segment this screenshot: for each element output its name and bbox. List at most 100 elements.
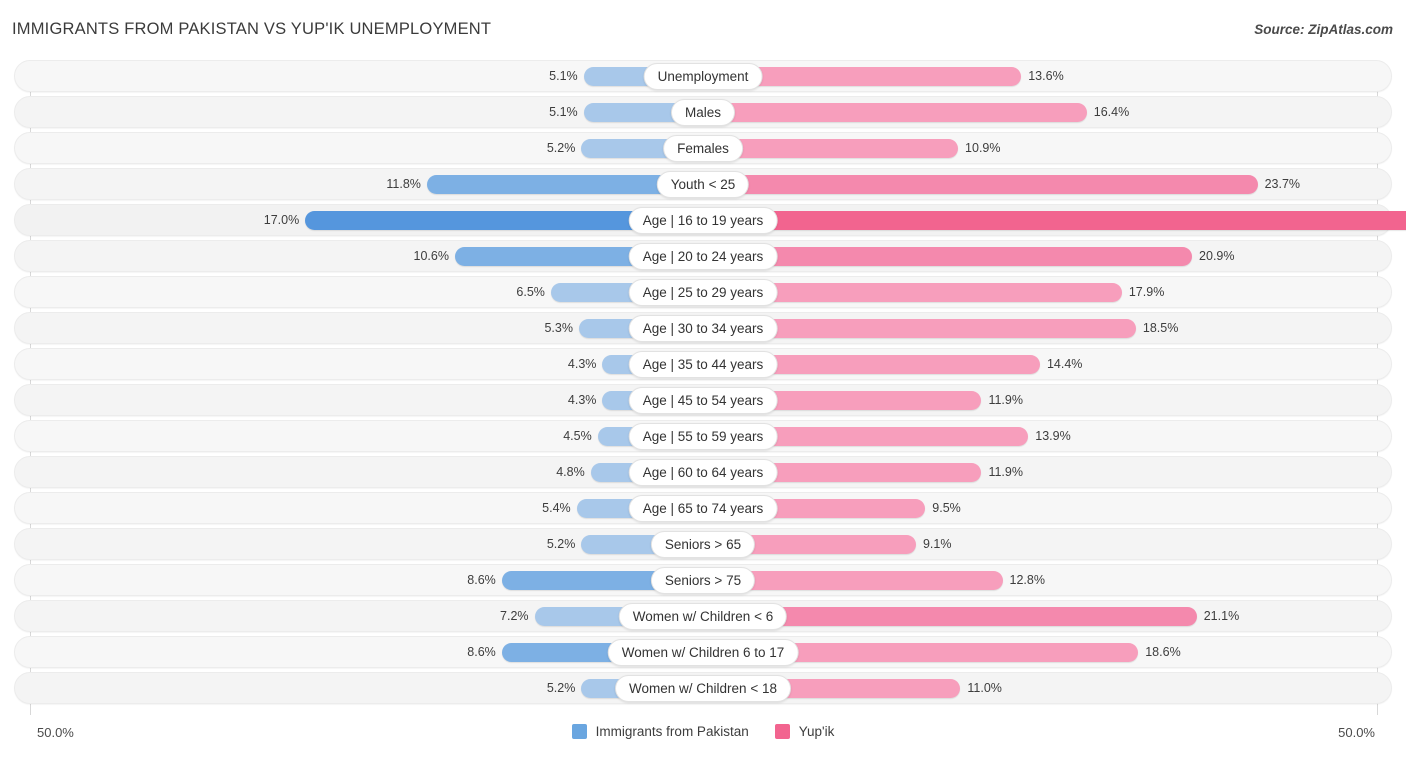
row-content: 5.4% 9.5% Age | 65 to 74 years bbox=[0, 490, 1406, 526]
page-title: IMMIGRANTS FROM PAKISTAN VS YUP'IK UNEMP… bbox=[12, 20, 492, 38]
row-content: 7.2% 21.1% Women w/ Children < 6 bbox=[0, 598, 1406, 634]
chart-header: IMMIGRANTS FROM PAKISTAN VS YUP'IK UNEMP… bbox=[0, 0, 1406, 58]
table-row: 8.6% 18.6% Women w/ Children 6 to 17 bbox=[0, 634, 1406, 670]
row-content: 10.6% 20.9% Age | 20 to 24 years bbox=[0, 238, 1406, 274]
row-category-label[interactable]: Youth < 25 bbox=[656, 171, 750, 198]
bar-left-value: 5.2% bbox=[546, 537, 576, 551]
table-row: 5.2% 9.1% Seniors > 65 bbox=[0, 526, 1406, 562]
bar-right-value: 10.9% bbox=[965, 141, 1001, 155]
row-content: 6.5% 17.9% Age | 25 to 29 years bbox=[0, 274, 1406, 310]
table-row: 5.4% 9.5% Age | 65 to 74 years bbox=[0, 490, 1406, 526]
row-category-label[interactable]: Women w/ Children < 6 bbox=[618, 603, 788, 630]
row-category-label[interactable]: Unemployment bbox=[643, 63, 763, 90]
table-row: 4.5% 13.9% Age | 55 to 59 years bbox=[0, 418, 1406, 454]
row-category-label[interactable]: Age | 20 to 24 years bbox=[628, 243, 778, 270]
row-content: 5.1% 13.6% Unemployment bbox=[0, 58, 1406, 94]
row-category-label[interactable]: Males bbox=[670, 99, 736, 126]
bar-right-value: 11.0% bbox=[967, 681, 1002, 695]
table-row: 10.6% 20.9% Age | 20 to 24 years bbox=[0, 238, 1406, 274]
legend-label: Yup'ik bbox=[798, 724, 835, 739]
row-category-label[interactable]: Females bbox=[663, 135, 743, 162]
bar-right-value: 18.5% bbox=[1142, 321, 1179, 335]
table-row: 5.3% 18.5% Age | 30 to 34 years bbox=[0, 310, 1406, 346]
bar-left-value: 4.5% bbox=[563, 429, 592, 443]
row-category-label[interactable]: Age | 30 to 34 years bbox=[628, 315, 778, 342]
bar-right-value: 13.6% bbox=[1028, 69, 1064, 83]
bar-right-yupik[interactable] bbox=[703, 103, 1087, 122]
bar-left-value: 5.3% bbox=[544, 321, 573, 335]
row-content: 5.1% 16.4% Males bbox=[0, 94, 1406, 130]
bar-right-value: 23.7% bbox=[1264, 177, 1301, 191]
bar-left-value: 5.1% bbox=[549, 69, 578, 83]
table-row: 8.6% 12.8% Seniors > 75 bbox=[0, 562, 1406, 598]
bar-right-value: 11.9% bbox=[988, 465, 1023, 479]
bar-right-value: 21.1% bbox=[1203, 609, 1240, 623]
bar-right-value: 16.4% bbox=[1093, 105, 1130, 119]
table-row: 4.8% 11.9% Age | 60 to 64 years bbox=[0, 454, 1406, 490]
chart-legend: Immigrants from Pakistan Yup'ik bbox=[0, 724, 1406, 739]
row-content: 17.0%41.0%Age | 16 to 19 years bbox=[0, 202, 1406, 238]
table-row: 5.2% 10.9% Females bbox=[0, 130, 1406, 166]
legend-swatch-icon bbox=[774, 724, 790, 739]
bar-right-value: 11.9% bbox=[988, 393, 1023, 407]
bar-right-value: 18.6% bbox=[1145, 645, 1181, 659]
table-row: 11.8% 23.7% Youth < 25 bbox=[0, 166, 1406, 202]
bar-right-value: 14.4% bbox=[1046, 357, 1083, 371]
bar-right-value: 9.5% bbox=[932, 501, 961, 515]
table-row: 4.3% 11.9% Age | 45 to 54 years bbox=[0, 382, 1406, 418]
row-content: 4.5% 13.9% Age | 55 to 59 years bbox=[0, 418, 1406, 454]
row-category-label[interactable]: Age | 65 to 74 years bbox=[628, 495, 778, 522]
bar-left-value: 8.6% bbox=[467, 645, 496, 659]
table-row: 7.2% 21.1% Women w/ Children < 6 bbox=[0, 598, 1406, 634]
bar-right-value: 12.8% bbox=[1009, 573, 1045, 587]
row-category-label[interactable]: Women w/ Children < 18 bbox=[615, 675, 791, 702]
bar-left-value: 4.3% bbox=[567, 357, 597, 371]
bar-left-value: 7.2% bbox=[500, 609, 529, 623]
bar-left-value: 10.6% bbox=[413, 249, 449, 263]
row-category-label[interactable]: Age | 55 to 59 years bbox=[628, 423, 778, 450]
row-content: 8.6% 12.8% Seniors > 75 bbox=[0, 562, 1406, 598]
bar-left-value: 11.8% bbox=[386, 177, 421, 191]
table-row: 17.0%41.0%Age | 16 to 19 years bbox=[0, 202, 1406, 238]
bar-left-value: 4.8% bbox=[556, 465, 585, 479]
bar-left-value: 5.2% bbox=[546, 681, 576, 695]
bar-right-value: 13.9% bbox=[1035, 429, 1071, 443]
row-content: 11.8% 23.7% Youth < 25 bbox=[0, 166, 1406, 202]
row-category-label[interactable]: Seniors > 75 bbox=[650, 567, 756, 594]
table-row: 6.5% 17.9% Age | 25 to 29 years bbox=[0, 274, 1406, 310]
row-content: 8.6% 18.6% Women w/ Children 6 to 17 bbox=[0, 634, 1406, 670]
legend-item[interactable]: Yup'ik bbox=[774, 724, 835, 739]
source-attribution: Source: ZipAtlas.com bbox=[1254, 22, 1393, 37]
bar-rows-container: 5.1% 13.6% Unemployment 5.1% 16.4% Males 5.2% 1… bbox=[0, 58, 1406, 706]
bar-left-value: 5.2% bbox=[546, 141, 576, 155]
bar-right-value: 20.9% bbox=[1199, 249, 1235, 263]
row-content: 4.3% 11.9% Age | 45 to 54 years bbox=[0, 382, 1406, 418]
row-content: 5.2% 11.0% Women w/ Children < 18 bbox=[0, 670, 1406, 706]
bar-left-value: 5.4% bbox=[542, 501, 571, 515]
row-category-label[interactable]: Seniors > 65 bbox=[650, 531, 756, 558]
legend-item[interactable]: Immigrants from Pakistan bbox=[571, 724, 749, 739]
bar-right-yupik[interactable] bbox=[703, 175, 1258, 194]
bar-right-value: 9.1% bbox=[922, 537, 952, 551]
bar-left-value: 8.6% bbox=[467, 573, 496, 587]
row-content: 5.2% 9.1% Seniors > 65 bbox=[0, 526, 1406, 562]
row-content: 4.8% 11.9% Age | 60 to 64 years bbox=[0, 454, 1406, 490]
table-row: 5.2% 11.0% Women w/ Children < 18 bbox=[0, 670, 1406, 706]
row-content: 5.2% 10.9% Females bbox=[0, 130, 1406, 166]
legend-label: Immigrants from Pakistan bbox=[595, 724, 749, 739]
row-content: 4.3% 14.4% Age | 35 to 44 years bbox=[0, 346, 1406, 382]
row-content: 5.3% 18.5% Age | 30 to 34 years bbox=[0, 310, 1406, 346]
row-category-label[interactable]: Age | 25 to 29 years bbox=[628, 279, 778, 306]
legend-swatch-icon bbox=[571, 724, 587, 739]
chart-page: IMMIGRANTS FROM PAKISTAN VS YUP'IK UNEMP… bbox=[0, 0, 1406, 757]
row-category-label[interactable]: Women w/ Children 6 to 17 bbox=[607, 639, 799, 666]
row-category-label[interactable]: Age | 35 to 44 years bbox=[628, 351, 778, 378]
row-category-label[interactable]: Age | 45 to 54 years bbox=[628, 387, 778, 414]
row-category-label[interactable]: Age | 16 to 19 years bbox=[628, 207, 778, 234]
table-row: 5.1% 16.4% Males bbox=[0, 94, 1406, 130]
table-row: 5.1% 13.6% Unemployment bbox=[0, 58, 1406, 94]
bar-right-value: 17.9% bbox=[1128, 285, 1165, 299]
chart-plot-area: 5.1% 13.6% Unemployment 5.1% 16.4% Males 5.2% 1… bbox=[0, 58, 1406, 715]
bar-left-value: 4.3% bbox=[567, 393, 597, 407]
row-category-label[interactable]: Age | 60 to 64 years bbox=[628, 459, 778, 486]
